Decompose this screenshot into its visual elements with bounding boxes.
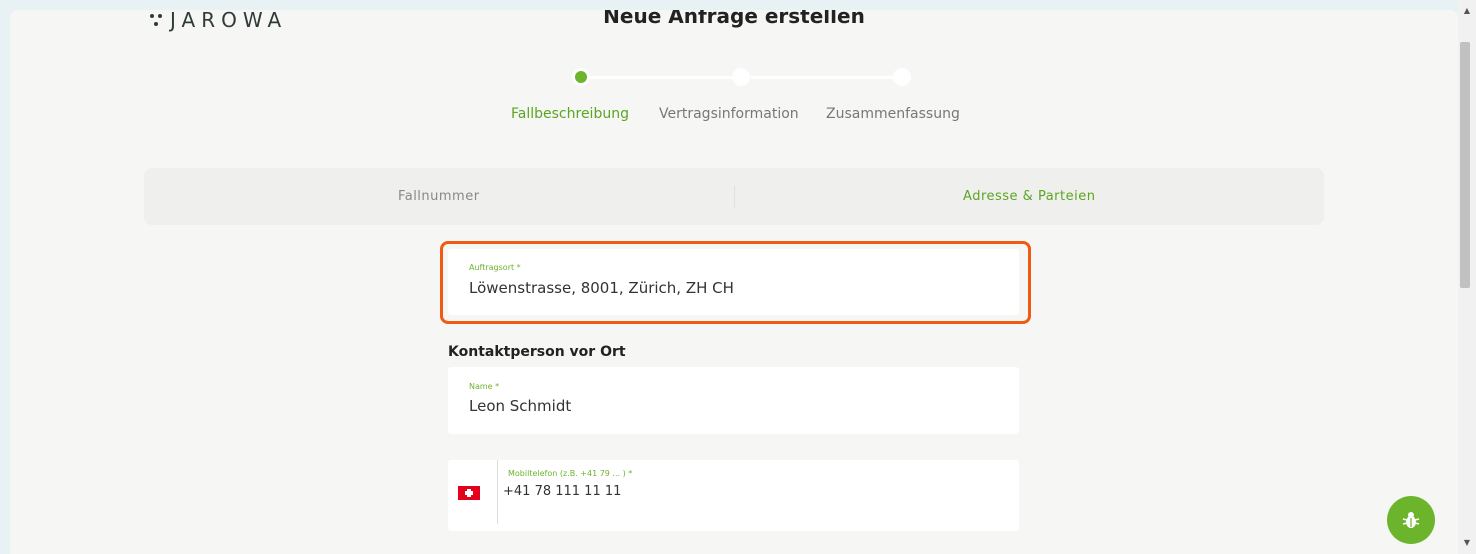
scroll-down-arrow-icon[interactable]: ▼ (1458, 538, 1476, 554)
contact-section-title: Kontaktperson vor Ort (448, 344, 626, 360)
auftragsort-field[interactable]: Auftragsort * Löwenstrasse, 8001, Zürich… (448, 249, 1019, 315)
page-title: Neue Anfrage erstellen (603, 10, 865, 28)
step-connector (590, 76, 745, 79)
name-label: Name * (469, 382, 500, 391)
step-dot-zusammenfassung[interactable] (893, 68, 911, 86)
mobile-label: Mobiltelefon (z.B. +41 79 ... ) * (508, 469, 633, 478)
page-container: JAROWA Neue Anfrage erstellen Fallbeschr… (10, 10, 1458, 554)
tab-fallnummer[interactable]: Fallnummer (144, 189, 734, 204)
phone-divider (497, 460, 498, 524)
step-dot-vertragsinformation[interactable] (732, 68, 750, 86)
scrollbar-thumb[interactable] (1460, 42, 1470, 288)
name-value[interactable]: Leon Schmidt (469, 397, 571, 415)
progress-stepper: Fallbeschreibung Vertragsinformation Zus… (500, 68, 980, 128)
mobile-value[interactable]: +41 78 111 11 11 (503, 484, 621, 499)
auftragsort-label: Auftragsort * (469, 263, 521, 272)
step-label-fallbeschreibung[interactable]: Fallbeschreibung (511, 106, 629, 122)
section-tabs: Fallnummer Adresse & Parteien (144, 168, 1324, 225)
bug-report-button[interactable] (1387, 496, 1435, 544)
step-dot-fallbeschreibung[interactable] (572, 68, 590, 86)
auftragsort-value[interactable]: Löwenstrasse, 8001, Zürich, ZH CH (469, 279, 734, 297)
step-label-vertragsinformation[interactable]: Vertragsinformation (659, 106, 799, 122)
step-label-zusammenfassung[interactable]: Zusammenfassung (826, 106, 960, 122)
tab-adresse-parteien[interactable]: Adresse & Parteien (735, 189, 1325, 204)
swiss-flag-icon[interactable] (458, 486, 480, 500)
vertical-scrollbar[interactable]: ▲ ▼ (1458, 0, 1476, 554)
mobile-field[interactable]: Mobiltelefon (z.B. +41 79 ... ) * +41 78… (448, 460, 1019, 531)
scroll-up-arrow-icon[interactable]: ▲ (1458, 6, 1476, 22)
bug-icon (1402, 512, 1420, 528)
name-field[interactable]: Name * Leon Schmidt (448, 367, 1019, 434)
step-connector (751, 76, 906, 79)
